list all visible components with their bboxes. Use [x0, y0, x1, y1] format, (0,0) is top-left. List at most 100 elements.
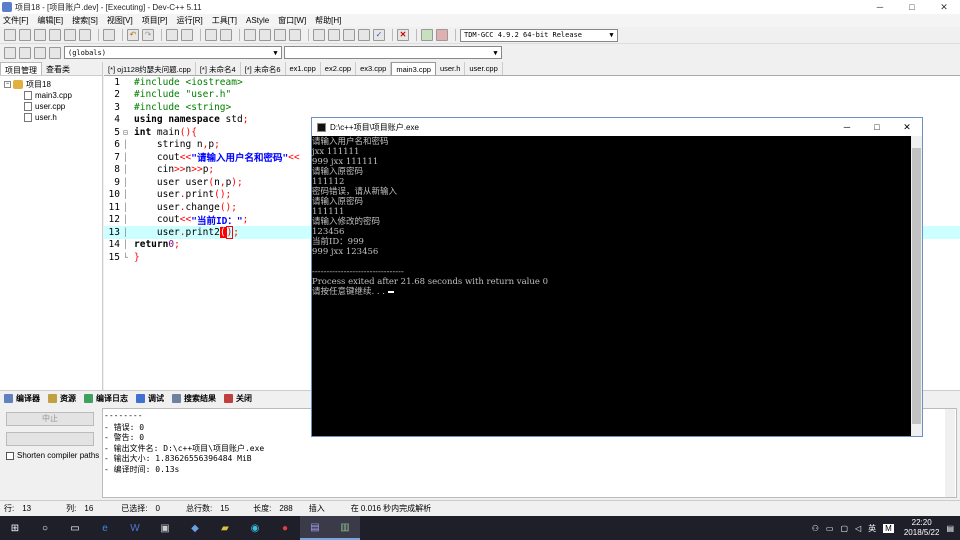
action-center-icon[interactable]: ▢ — [840, 524, 848, 533]
file-tab[interactable]: [*] oj1128约瑟夫问题.cpp — [104, 62, 196, 75]
tree-project-node[interactable]: − 项目18 — [4, 79, 102, 90]
replace-icon[interactable] — [181, 29, 193, 41]
menu-view[interactable]: 视图[V] — [107, 15, 133, 26]
task-view-icon[interactable]: ▭ — [60, 516, 90, 540]
open-file-icon[interactable] — [19, 29, 31, 41]
file-tab-active[interactable]: main3.cpp — [391, 62, 436, 75]
scope-select[interactable]: (globals) ▼ — [64, 46, 282, 59]
volume-icon[interactable]: ◁ — [855, 524, 861, 533]
console-scrollbar-thumb[interactable] — [912, 148, 921, 424]
tab-compiler[interactable]: 编译器 — [4, 393, 40, 404]
collapse-icon[interactable]: − — [4, 81, 11, 88]
qq-browser-icon[interactable]: ◉ — [240, 516, 270, 540]
menu-project[interactable]: 项目[P] — [142, 15, 168, 26]
menu-astyle[interactable]: AStyle — [246, 16, 269, 25]
menu-file[interactable]: 文件[F] — [3, 15, 28, 26]
new-project-icon[interactable] — [244, 29, 256, 41]
unindent-icon[interactable] — [34, 46, 46, 59]
tab-debug[interactable]: 调试 — [136, 393, 164, 404]
close-all-icon[interactable] — [79, 29, 91, 41]
minimize-button[interactable]: ─ — [864, 2, 896, 13]
save-all-icon[interactable] — [49, 29, 61, 41]
console-taskbar-icon[interactable]: ▥ — [330, 516, 360, 540]
console-close-button[interactable]: ✕ — [892, 122, 922, 133]
add-to-project-icon[interactable] — [259, 29, 271, 41]
rebuild-icon[interactable] — [358, 29, 370, 41]
word-icon[interactable]: W — [120, 516, 150, 540]
file-tab[interactable]: ex1.cpp — [286, 62, 321, 75]
start-button-icon[interactable]: ⊞ — [0, 516, 30, 540]
abort-compilation-button[interactable]: 中止 — [6, 412, 94, 426]
file-tab[interactable]: [*] 未命名4 — [196, 62, 241, 75]
tree-file-item[interactable]: user.h — [4, 112, 102, 123]
file-tab[interactable]: user.cpp — [465, 62, 503, 75]
close-file-icon[interactable] — [64, 29, 76, 41]
windows-taskbar: ⊞ ○ ▭ e W ▣ ◆ ▰ ◉ ● ▤ ▥ ⚇ ▭ ▢ ◁ 英 M 22:2… — [0, 516, 960, 540]
edge-browser-icon[interactable]: e — [90, 516, 120, 540]
log-scrollbar[interactable] — [945, 409, 955, 497]
insert-icon[interactable] — [4, 46, 16, 59]
symbol-select[interactable]: ▼ — [284, 46, 502, 59]
tab-search-results[interactable]: 搜索结果 — [172, 393, 216, 404]
project-options-icon[interactable] — [289, 29, 301, 41]
clock[interactable]: 22:20 2018/5/22 — [904, 518, 940, 538]
remove-from-project-icon[interactable] — [274, 29, 286, 41]
netease-music-icon[interactable]: ● — [270, 516, 300, 540]
menu-edit[interactable]: 编辑[E] — [37, 15, 63, 26]
photos-icon[interactable]: ▣ — [150, 516, 180, 540]
menu-run[interactable]: 运行[R] — [176, 15, 202, 26]
console-scrollbar[interactable] — [911, 136, 922, 436]
menu-help[interactable]: 帮助[H] — [315, 15, 341, 26]
tab-project-manager[interactable]: 项目管理 — [0, 62, 42, 75]
chart-icon[interactable] — [421, 29, 433, 41]
console-output[interactable]: 请输入用户名和密码 jxx 111111 999 jxx 111111 请输入原… — [312, 136, 912, 436]
notification-icon[interactable]: ▤ — [946, 524, 954, 533]
file-tab[interactable]: [*] 未命名6 — [241, 62, 286, 75]
console-window[interactable]: D:\c++项目\项目账户.exe ─ □ ✕ 请输入用户名和密码 jxx 11… — [311, 117, 923, 437]
tab-close[interactable]: 关闭 — [224, 393, 252, 404]
stop-icon[interactable]: ✕ — [397, 29, 409, 41]
tree-file-item[interactable]: main3.cpp — [4, 90, 102, 101]
compile-run-icon[interactable] — [343, 29, 355, 41]
shorten-paths-checkbox[interactable]: Shorten compiler paths — [6, 451, 99, 460]
tab-compile-log[interactable]: 编译日志 — [84, 393, 128, 404]
network-icon[interactable]: ▭ — [826, 524, 834, 533]
menu-search[interactable]: 搜索[S] — [72, 15, 98, 26]
goto-icon[interactable] — [205, 29, 217, 41]
tab-resources[interactable]: 资源 — [48, 393, 76, 404]
print-icon[interactable] — [103, 29, 115, 41]
file-tab[interactable]: ex3.cpp — [356, 62, 392, 75]
profile-icon[interactable] — [436, 29, 448, 41]
menu-tools[interactable]: 工具[T] — [212, 15, 237, 26]
console-maximize-button[interactable]: □ — [862, 122, 892, 133]
secondary-button[interactable] — [6, 432, 94, 446]
save-icon[interactable] — [34, 29, 46, 41]
compiler-select[interactable]: TDM-GCC 4.9.2 64-bit Release ▼ — [460, 28, 618, 42]
tree-file-item[interactable]: user.cpp — [4, 101, 102, 112]
undo-icon[interactable]: ↶ — [127, 29, 139, 41]
file-explorer-icon[interactable]: ▰ — [210, 516, 240, 540]
new-file-icon[interactable] — [4, 29, 16, 41]
bookmark-icon[interactable] — [220, 29, 232, 41]
find-icon[interactable] — [166, 29, 178, 41]
tab-class-browser[interactable]: 查看类 — [42, 62, 74, 75]
compile-icon[interactable] — [313, 29, 325, 41]
people-icon[interactable]: ⚇ — [812, 524, 819, 533]
console-minimize-button[interactable]: ─ — [832, 122, 862, 133]
search-icon[interactable]: ○ — [30, 516, 60, 540]
indent-icon[interactable] — [19, 46, 31, 59]
file-tab[interactable]: ex2.cpp — [321, 62, 357, 75]
devcpp-taskbar-icon[interactable]: ▤ — [300, 516, 330, 540]
toggle-icon[interactable] — [49, 46, 61, 59]
file-tab[interactable]: user.h — [436, 62, 466, 75]
ime-indicator[interactable]: M — [883, 523, 894, 533]
close-button[interactable]: ✕ — [928, 2, 960, 13]
paint-icon[interactable]: ◆ — [180, 516, 210, 540]
checkbox-box[interactable] — [6, 451, 14, 460]
input-lang[interactable]: 英 — [868, 523, 876, 534]
menu-window[interactable]: 窗口[W] — [278, 15, 306, 26]
check-icon[interactable]: ✓ — [373, 29, 385, 41]
maximize-button[interactable]: □ — [896, 2, 928, 13]
run-icon[interactable] — [328, 29, 340, 41]
redo-icon[interactable]: ↷ — [142, 29, 154, 41]
